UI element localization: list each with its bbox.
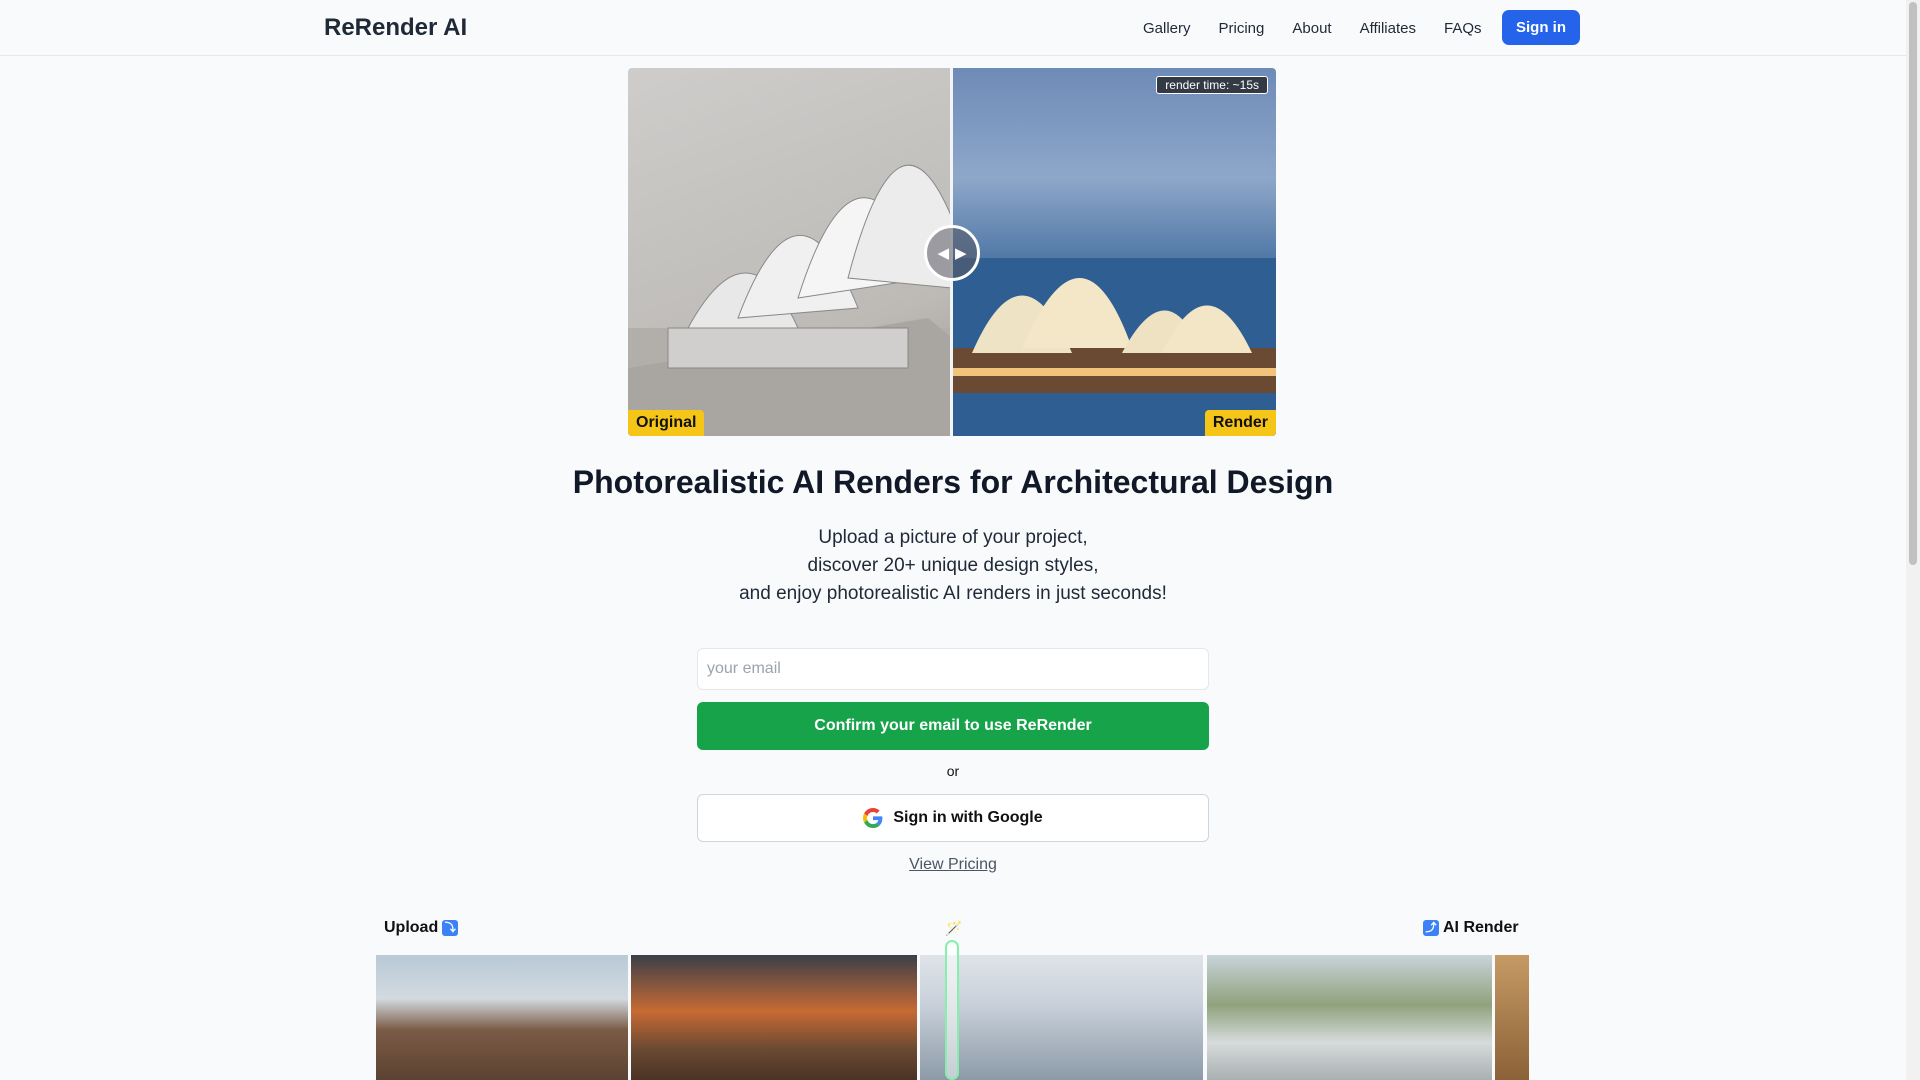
ai-render-label: ⤴ AI Render (1423, 919, 1519, 937)
render-time-badge: render time: ~15s (1156, 76, 1268, 94)
view-pricing-link[interactable]: View Pricing (0, 856, 1906, 874)
compare-drag-handle[interactable]: ◀ ▶ (924, 225, 980, 281)
subtitle-line-3: and enjoy photorealistic AI renders in j… (739, 583, 1167, 604)
original-image (628, 68, 952, 436)
email-field[interactable] (697, 648, 1209, 690)
sign-in-button[interactable]: Sign in (1502, 10, 1580, 45)
upload-label-text: Upload (384, 919, 439, 936)
nav-gallery[interactable]: Gallery (1143, 20, 1191, 37)
original-tag: Original (628, 410, 705, 436)
nav-pricing[interactable]: Pricing (1219, 20, 1265, 37)
gallery-thumb-interior (1495, 955, 1529, 1080)
render-image: render time: ~15s (952, 68, 1276, 436)
gallery-compare-handle[interactable] (945, 940, 959, 1080)
nav-affiliates[interactable]: Affiliates (1360, 20, 1416, 37)
render-tag: Render (1204, 410, 1276, 436)
scrollbar-thumb[interactable] (1909, 2, 1917, 565)
google-signin-button[interactable]: Sign in with Google (697, 794, 1209, 842)
google-icon (863, 808, 883, 828)
subtitle-line-1: Upload a picture of your project, (818, 527, 1088, 548)
magic-wand-icon: 🪄 (945, 920, 963, 936)
gallery-thumb-ruined-building (376, 955, 628, 1080)
confirm-email-button[interactable]: Confirm your email to use ReRender (697, 702, 1209, 750)
arrow-down-right-icon: ⤵ (442, 920, 459, 936)
nav-about[interactable]: About (1292, 20, 1331, 37)
gallery-thumb-skyscrapers (920, 955, 1203, 1080)
page-scrollbar[interactable] (1906, 0, 1920, 1080)
gallery-thumb-old-barn (631, 955, 917, 1080)
top-navbar: ReRender AI Gallery Pricing About Affili… (0, 0, 1906, 56)
google-signin-label: Sign in with Google (893, 809, 1043, 826)
or-separator: or (946, 763, 960, 779)
nav-links: Gallery Pricing About Affiliates FAQs (1143, 0, 1510, 56)
subtitle-line-2: discover 20+ unique design styles, (807, 555, 1099, 576)
ai-render-label-text: AI Render (1443, 919, 1519, 936)
brand-logo[interactable]: ReRender AI (324, 14, 467, 42)
opera-house-model-illustration (628, 164, 952, 436)
before-after-slider[interactable]: render time: ~15s ◀ ▶ Original Render (628, 68, 1276, 436)
page-subtitle: Upload a picture of your project, discov… (0, 524, 1906, 608)
upload-label: Upload ⤵ (384, 919, 459, 937)
opera-house-render-illustration (952, 258, 1276, 436)
arrow-left-icon: ◀ (937, 245, 949, 262)
arrow-up-left-icon: ⤴ (1423, 920, 1439, 936)
arrow-right-icon: ▶ (955, 245, 967, 262)
gallery-thumb-modern-house (1207, 955, 1492, 1080)
page-title: Photorealistic AI Renders for Architectu… (572, 464, 1334, 500)
nav-faqs[interactable]: FAQs (1444, 20, 1482, 37)
